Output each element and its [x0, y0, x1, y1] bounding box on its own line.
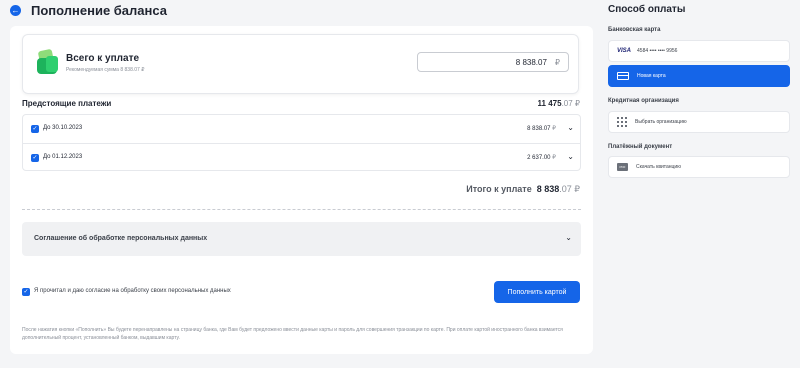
new-card-option[interactable]: Новая карта — [608, 65, 790, 87]
chevron-down-icon[interactable]: ⌄ — [567, 123, 574, 132]
amount-currency: ₽ — [554, 57, 560, 67]
divider — [22, 209, 581, 210]
payment-date: До 01.12.2023 — [43, 154, 83, 160]
checkbox-checked-icon[interactable]: ✓ — [31, 125, 39, 133]
wallet-icon — [37, 48, 59, 76]
upcoming-total: 11 475.07 ₽ — [537, 99, 580, 108]
agreement-label: Соглашение об обработке персональных дан… — [34, 235, 208, 242]
new-card-label: Новая карта — [637, 73, 666, 79]
payment-amount: 8 838.07 ₽ — [527, 126, 556, 132]
saved-visa-card[interactable]: VISA 4584 •••• •••• 9956 — [608, 40, 790, 62]
grand-total-label: Итого к уплате — [466, 184, 532, 194]
total-box: Всего к уплате Рекомендуемая сумма 8 838… — [22, 34, 579, 94]
consent-label: Я прочитал и даю согласие на обработку с… — [34, 288, 231, 294]
agreement-accordion[interactable]: Соглашение об обработке персональных дан… — [22, 222, 581, 256]
bank-card-label: Банковская карта — [608, 27, 661, 33]
visa-logo-icon: VISA — [617, 48, 632, 54]
download-receipt-label: Скачать квитанцию — [636, 164, 681, 170]
credit-org-label: Кредитная организация — [608, 98, 679, 104]
credit-card-icon — [617, 72, 629, 80]
footnote: После нажатия кнопки «Пополнить» Вы буде… — [22, 327, 563, 341]
payment-date: До 30.10.2023 — [43, 125, 83, 131]
consent-checkbox[interactable]: ✓ — [22, 288, 30, 296]
payment-card: Всего к уплате Рекомендуемая сумма 8 838… — [10, 26, 593, 354]
checkbox-checked-icon[interactable]: ✓ — [31, 154, 39, 162]
payment-doc-label: Платёжный документ — [608, 144, 673, 150]
upcoming-payments-list: ✓ До 30.10.2023 8 838.07 ₽ ⌄ ✓ До 01.12.… — [22, 114, 581, 171]
grid-icon — [617, 117, 627, 127]
amount-input[interactable]: 8 838.07 ₽ — [417, 52, 569, 72]
payment-row[interactable]: ✓ До 30.10.2023 8 838.07 ₽ ⌄ — [23, 115, 580, 143]
payment-method-title: Способ оплаты — [608, 4, 686, 15]
visa-card-number: 4584 •••• •••• 9956 — [637, 48, 678, 54]
pay-by-card-button[interactable]: Пополнить картой — [494, 281, 580, 303]
choose-organization-label: Выбрать организацию — [635, 119, 687, 125]
chevron-down-icon[interactable]: ⌄ — [565, 233, 572, 242]
payment-amount: 2 637.00 ₽ — [527, 155, 556, 161]
choose-organization-option[interactable]: Выбрать организацию — [608, 111, 790, 133]
page-header: ← Пополнение баланса — [10, 3, 167, 18]
arrow-left-icon[interactable]: ← — [10, 5, 21, 16]
upcoming-label: Предстоящие платежи — [22, 99, 112, 108]
chevron-down-icon[interactable]: ⌄ — [567, 152, 574, 161]
download-receipt-option[interactable]: PDF Скачать квитанцию — [608, 156, 790, 178]
page-title: Пополнение баланса — [31, 3, 167, 18]
grand-total: Итого к уплате 8 838.07 ₽ — [466, 184, 580, 194]
pdf-icon: PDF — [617, 163, 628, 171]
total-title: Всего к уплате — [66, 53, 140, 64]
total-subtitle: Рекомендуемая сумма 8 838.07 ₽ — [66, 67, 145, 73]
amount-value: 8 838.07 — [515, 57, 547, 67]
payment-row[interactable]: ✓ До 01.12.2023 2 637.00 ₽ ⌄ — [23, 143, 580, 171]
